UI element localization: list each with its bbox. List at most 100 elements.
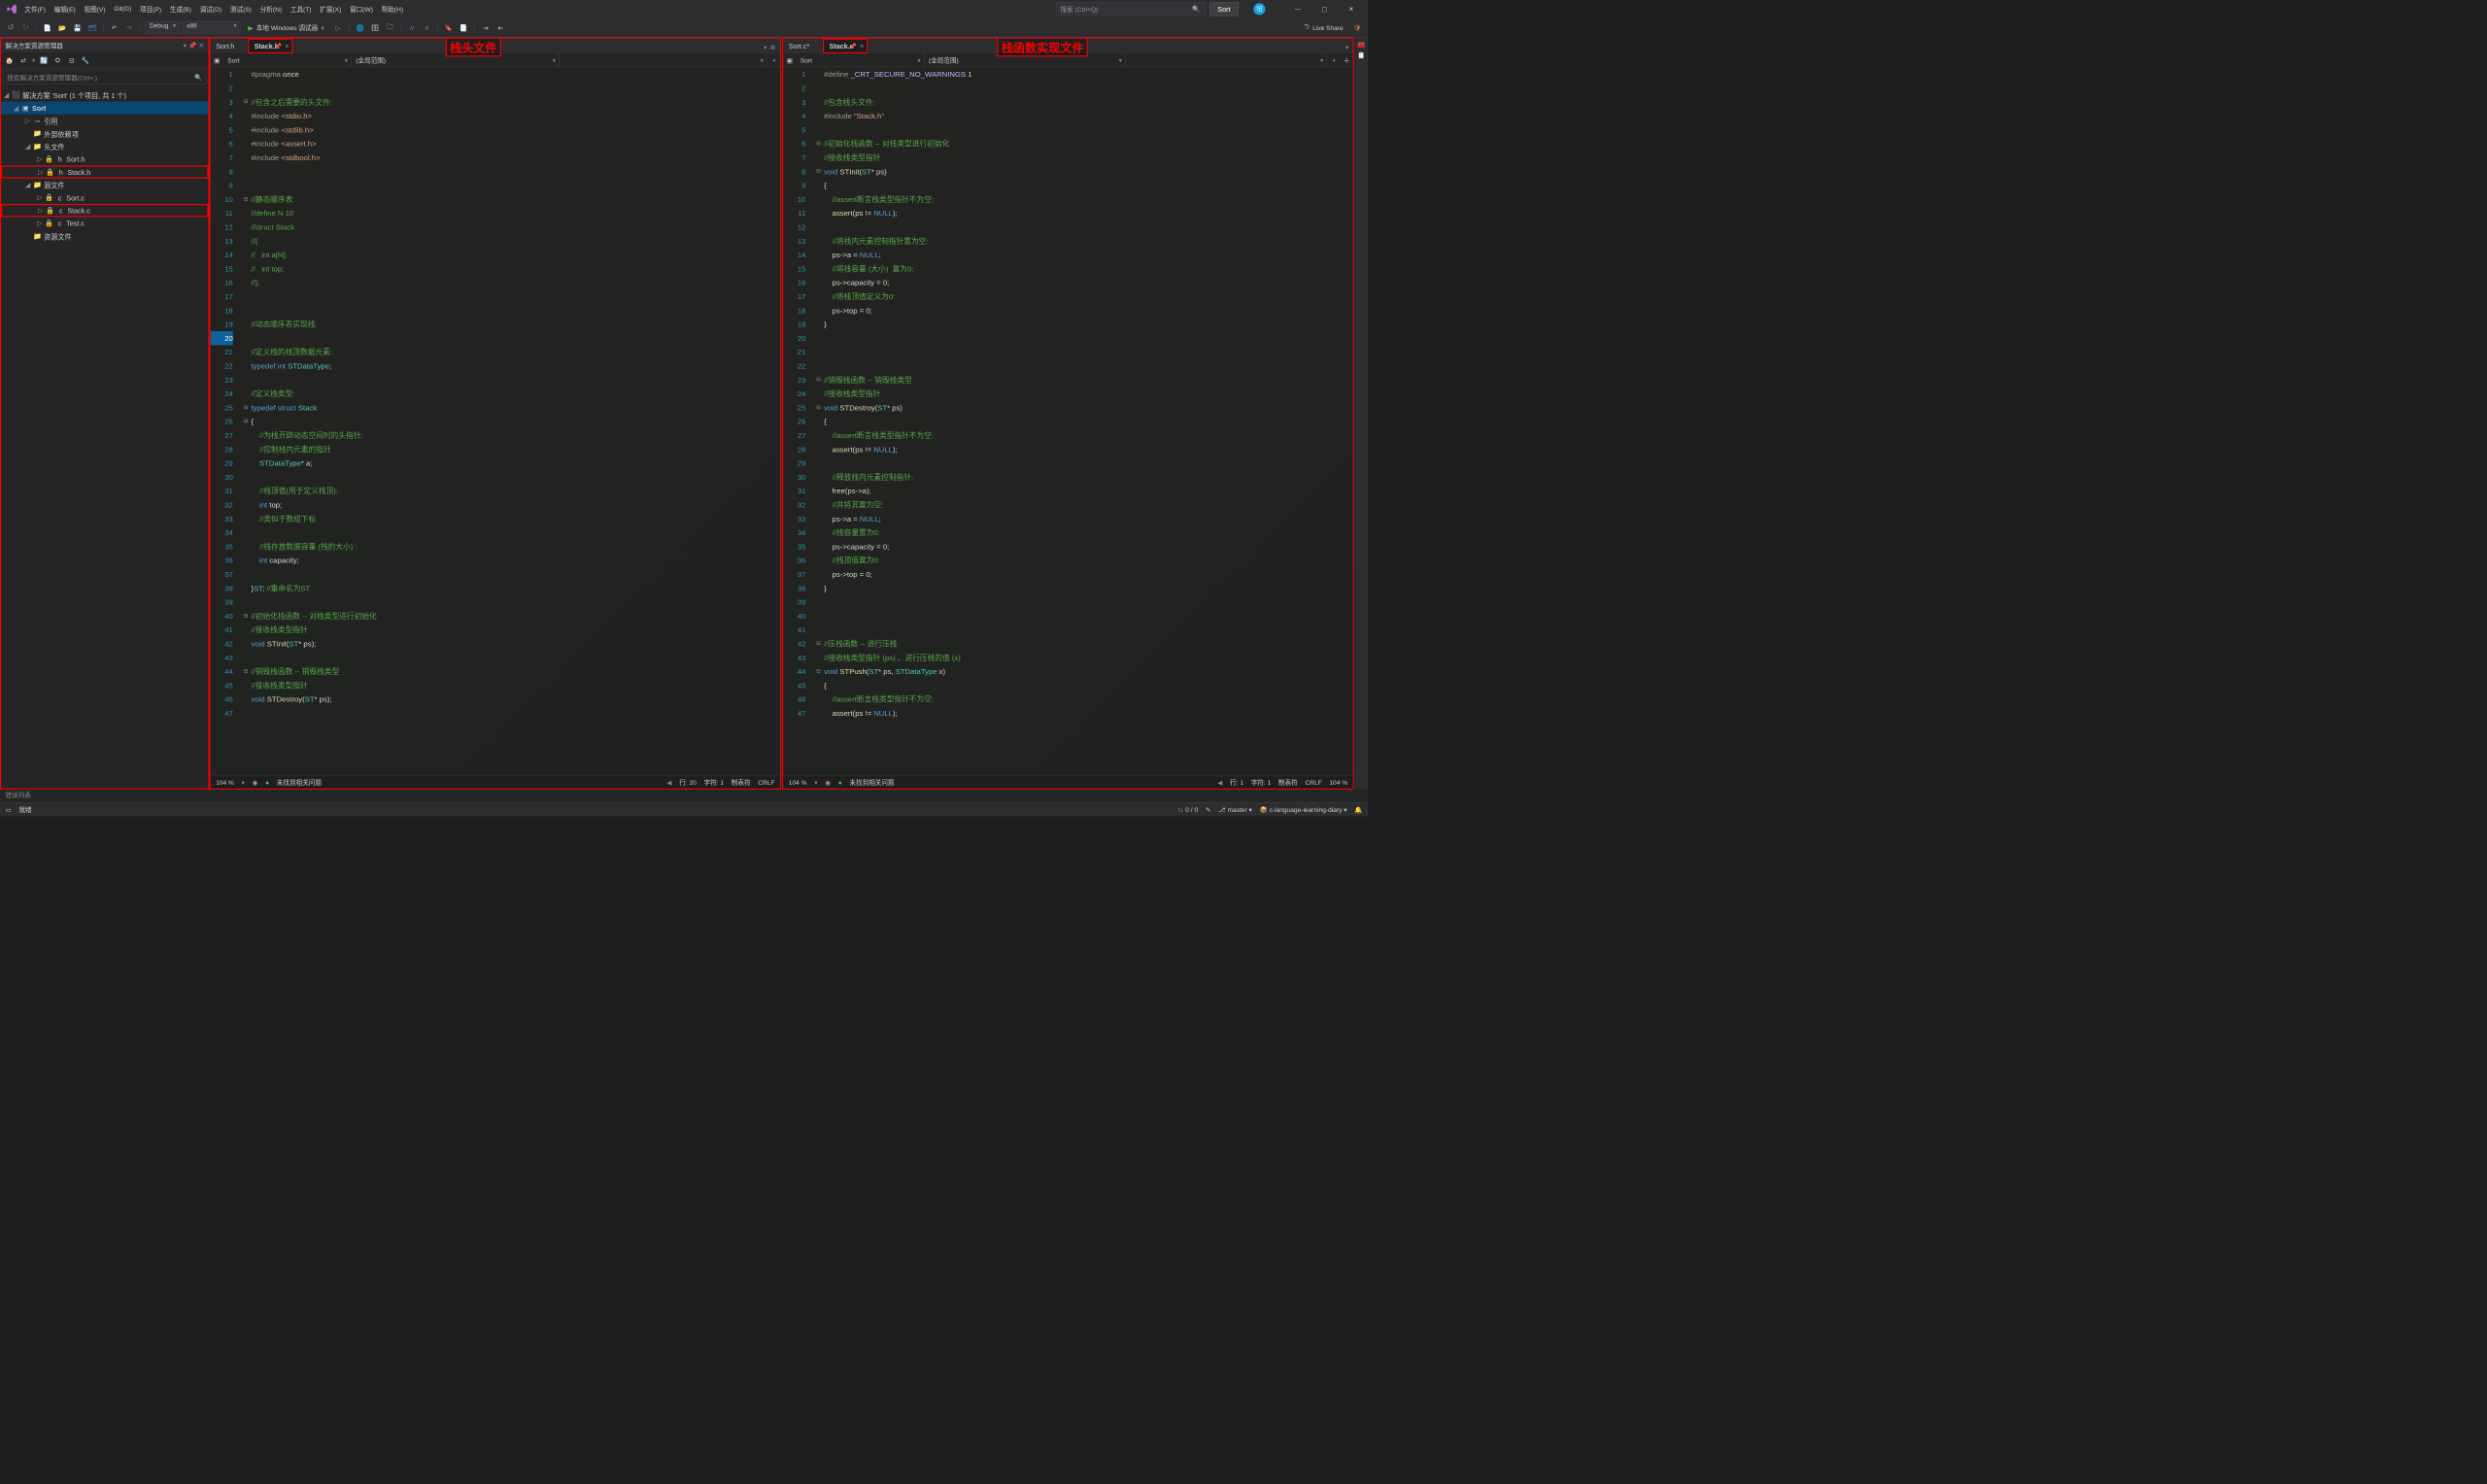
file-sort-c[interactable]: ▷🔒cSort.c	[1, 191, 208, 204]
menu-item[interactable]: Git(G)	[110, 2, 136, 16]
close-tab-icon[interactable]: ✕	[860, 43, 865, 50]
tabs-dropdown-icon[interactable]: ▾	[764, 44, 767, 51]
run-button[interactable]: ▶本地 Windows 调试器▾	[243, 21, 329, 34]
nav-fwd-icon[interactable]: ⭮	[19, 21, 32, 34]
menu-item[interactable]: 扩展(X)	[316, 2, 346, 16]
solution-node[interactable]: ◢⬛解决方案 'Sort' (1 个项目, 共 1 个)	[1, 88, 208, 101]
file-stack-c[interactable]: ▷🔒cStack.c	[1, 204, 208, 217]
step2-icon[interactable]: ⇤	[494, 21, 507, 34]
panel-close-icon[interactable]: ✕	[199, 42, 205, 50]
folder-icon[interactable]: 🗀	[384, 21, 396, 34]
step-icon[interactable]: ⇥	[479, 21, 492, 34]
minimize-icon[interactable]: ―	[1285, 1, 1310, 17]
updown-icon[interactable]: ↑↓ 0 / 0	[1177, 806, 1198, 814]
close-icon[interactable]: ✕	[1339, 1, 1363, 17]
nav-scope[interactable]: (全局范围)	[925, 53, 1126, 67]
filter-icon[interactable]: ⛭	[52, 54, 63, 65]
prop-icon[interactable]: 🔧	[81, 54, 91, 65]
admin-icon[interactable]: 🛡	[1350, 21, 1363, 34]
new-file-icon[interactable]: 📄	[41, 21, 53, 34]
comment-icon[interactable]: //	[405, 21, 418, 34]
bookmark-icon[interactable]: 🔖	[442, 21, 455, 34]
menu-item[interactable]: 项目(P)	[136, 2, 166, 16]
pin-icon[interactable]: 📌	[275, 43, 283, 50]
menu-item[interactable]: 窗口(W)	[346, 2, 378, 16]
uncomment-icon[interactable]: //	[421, 21, 433, 34]
bulb-icon[interactable]: ◉	[253, 779, 258, 787]
pin-icon[interactable]: 📌	[849, 43, 857, 50]
maximize-icon[interactable]: ▢	[1312, 1, 1337, 17]
toolbox-icon[interactable]: 🧰	[1357, 41, 1365, 49]
menu-item[interactable]: 调试(D)	[195, 2, 225, 16]
refs-node[interactable]: ▷▫▫引用	[1, 115, 208, 127]
run-no-debug-icon[interactable]: ▷	[332, 21, 345, 34]
output-icon[interactable]: ▭	[6, 806, 12, 814]
liveshare-button[interactable]: ⮌ Live Share	[1305, 22, 1344, 34]
menu-item[interactable]: 测试(S)	[225, 2, 256, 16]
pencil-icon[interactable]: ✎	[1206, 806, 1211, 814]
split-icon[interactable]: ⫞	[767, 53, 780, 67]
plus-icon[interactable]: ＋	[1340, 53, 1352, 67]
avatar[interactable]: 培	[1253, 3, 1265, 15]
search-box[interactable]: 搜索 (Ctrl+Q) 🔍	[1056, 2, 1206, 16]
home-icon[interactable]: 🏠	[4, 54, 15, 65]
project-node[interactable]: ◢▣Sort	[1, 102, 208, 115]
resources-node[interactable]: 📁资源文件	[1, 230, 208, 243]
close-tab-icon[interactable]: ✕	[285, 43, 290, 50]
menu-item[interactable]: 生成(B)	[166, 2, 196, 16]
nav-member[interactable]	[560, 53, 767, 67]
tab-sort-h[interactable]: Sort.h	[211, 39, 248, 53]
scroll-left-icon[interactable]: ◀	[666, 779, 671, 787]
tab-stack-h[interactable]: Stack.h📌✕	[248, 39, 292, 53]
menu-item[interactable]: 工具(T)	[286, 2, 315, 16]
redo-icon[interactable]: ↷	[123, 21, 136, 34]
config-select[interactable]: Debug	[145, 21, 180, 34]
file-test-c[interactable]: ▷🔒cTest.c	[1, 217, 208, 229]
bulb-icon[interactable]: ◉	[825, 779, 831, 787]
menu-item[interactable]: 分析(N)	[256, 2, 286, 16]
save-all-icon[interactable]: 🗂	[86, 21, 99, 34]
menu-item[interactable]: 帮助(H)	[377, 2, 407, 16]
nav-icon[interactable]: ▣	[211, 53, 223, 67]
bell-icon[interactable]: 🔔	[1354, 806, 1362, 814]
headers-node[interactable]: ◢📁头文件	[1, 140, 208, 152]
nav-member[interactable]	[1126, 53, 1327, 67]
undo-icon[interactable]: ↶	[108, 21, 120, 34]
tab-stack-c[interactable]: Stack.c📌✕	[823, 39, 868, 53]
menu-item[interactable]: 编辑(E)	[50, 2, 80, 16]
sort-button[interactable]: Sort	[1209, 2, 1239, 16]
pin-icon[interactable]: 📌	[188, 42, 196, 50]
switch-icon[interactable]: ⇄	[18, 54, 29, 65]
error-list-tab[interactable]: 错误列表	[0, 790, 1368, 802]
code-area-right[interactable]: 1234567891011121314151617181920212223242…	[783, 67, 1352, 775]
menu-item[interactable]: 视图(V)	[80, 2, 110, 16]
save-icon[interactable]: 💾	[71, 21, 84, 34]
file-stack-h[interactable]: ▷🔒hStack.h	[1, 166, 208, 179]
collapse-icon[interactable]: ⊟	[66, 54, 77, 65]
sources-node[interactable]: ◢📁源文件	[1, 179, 208, 191]
code-area-left[interactable]: 1234567891011121314151617181920212223242…	[211, 67, 780, 775]
menu-item[interactable]: 文件(F)	[20, 2, 50, 16]
db-icon[interactable]: 🗄	[369, 21, 382, 34]
split-icon[interactable]: ⫞	[1327, 53, 1340, 67]
props-icon[interactable]: 📋	[1357, 51, 1365, 59]
tabs-dropdown-icon[interactable]: ▾	[1346, 44, 1348, 51]
open-icon[interactable]: 📂	[56, 21, 69, 34]
browser-icon[interactable]: 🌐	[354, 21, 366, 34]
branch-icon[interactable]: ⎇ master ▾	[1218, 806, 1252, 814]
platform-select[interactable]: x86	[182, 21, 241, 34]
scroll-left-icon[interactable]: ◀	[1217, 779, 1222, 787]
nav-project[interactable]: Sort	[797, 53, 925, 67]
sync-icon[interactable]: 🔄	[39, 54, 50, 65]
bookmark2-icon[interactable]: 📑	[458, 21, 470, 34]
gear-icon[interactable]: ⚙	[770, 44, 776, 51]
nav-project[interactable]: Sort	[223, 53, 352, 67]
nav-back-icon[interactable]: ⭯	[4, 21, 17, 34]
external-node[interactable]: 📁外部依赖项	[1, 127, 208, 140]
repo-icon[interactable]: 📦 c-language-learning-diary ▾	[1260, 806, 1347, 814]
tab-sort-c[interactable]: Sort.c*	[783, 39, 823, 53]
dropdown-icon[interactable]: ▾	[184, 42, 187, 50]
nav-icon[interactable]: ▣	[783, 53, 796, 67]
file-sort-h[interactable]: ▷🔒hSort.h	[1, 152, 208, 165]
nav-scope[interactable]: (全局范围)	[352, 53, 560, 67]
